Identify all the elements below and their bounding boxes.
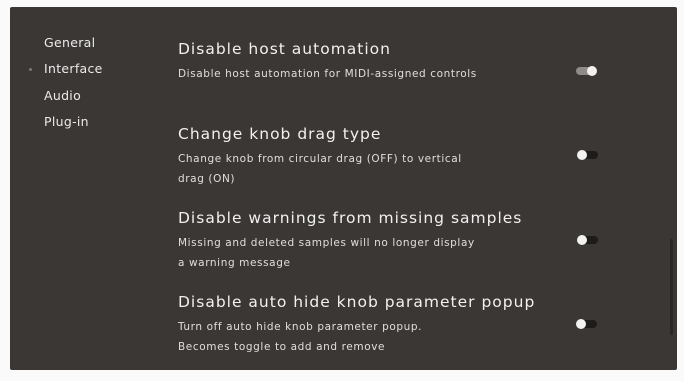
setting-disable-host-automation: Disable host automation Disable host aut… [178,39,618,84]
setting-disable-missing-sample-warnings: Disable warnings from missing samples Mi… [178,208,618,273]
toggle-knob [576,319,586,329]
setting-title: Disable auto hide knob parameter popup [178,293,536,311]
sidebar-item-audio[interactable]: Audio [44,87,81,105]
setting-description: Disable host automation for MIDI-assigne… [178,68,477,80]
setting-title: Change knob drag type [178,125,382,143]
preferences-panel: General Interface Audio Plug-in Disable … [10,7,677,370]
setting-title: Disable warnings from missing samples [178,209,523,227]
setting-change-knob-drag-type: Change knob drag type Change knob from c… [178,124,618,189]
sidebar-item-interface[interactable]: Interface [44,60,103,78]
sidebar-item-plugin[interactable]: Plug-in [44,113,89,131]
setting-disable-auto-hide-knob-popup: Disable auto hide knob parameter popup T… [178,292,618,357]
sidebar-item-general[interactable]: General [44,34,95,52]
setting-description: Missing and deleted samples will no long… [178,237,475,269]
toggle-disable-host-automation[interactable] [576,66,597,76]
toggle-knob [577,150,587,160]
setting-description: Change knob from circular drag (OFF) to … [178,153,462,185]
toggle-disable-missing-sample-warnings[interactable] [577,235,598,245]
active-indicator-dot [29,68,32,71]
toggle-knob [577,235,587,245]
setting-description: Turn off auto hide knob parameter popup.… [178,321,423,353]
vertical-scrollbar[interactable] [670,239,673,335]
setting-title: Disable host automation [178,40,391,58]
toggle-change-knob-drag-type[interactable] [577,150,598,160]
toggle-disable-auto-hide-knob-popup[interactable] [576,319,597,329]
toggle-knob [587,66,597,76]
preferences-sidebar: General Interface Audio Plug-in [10,7,150,370]
